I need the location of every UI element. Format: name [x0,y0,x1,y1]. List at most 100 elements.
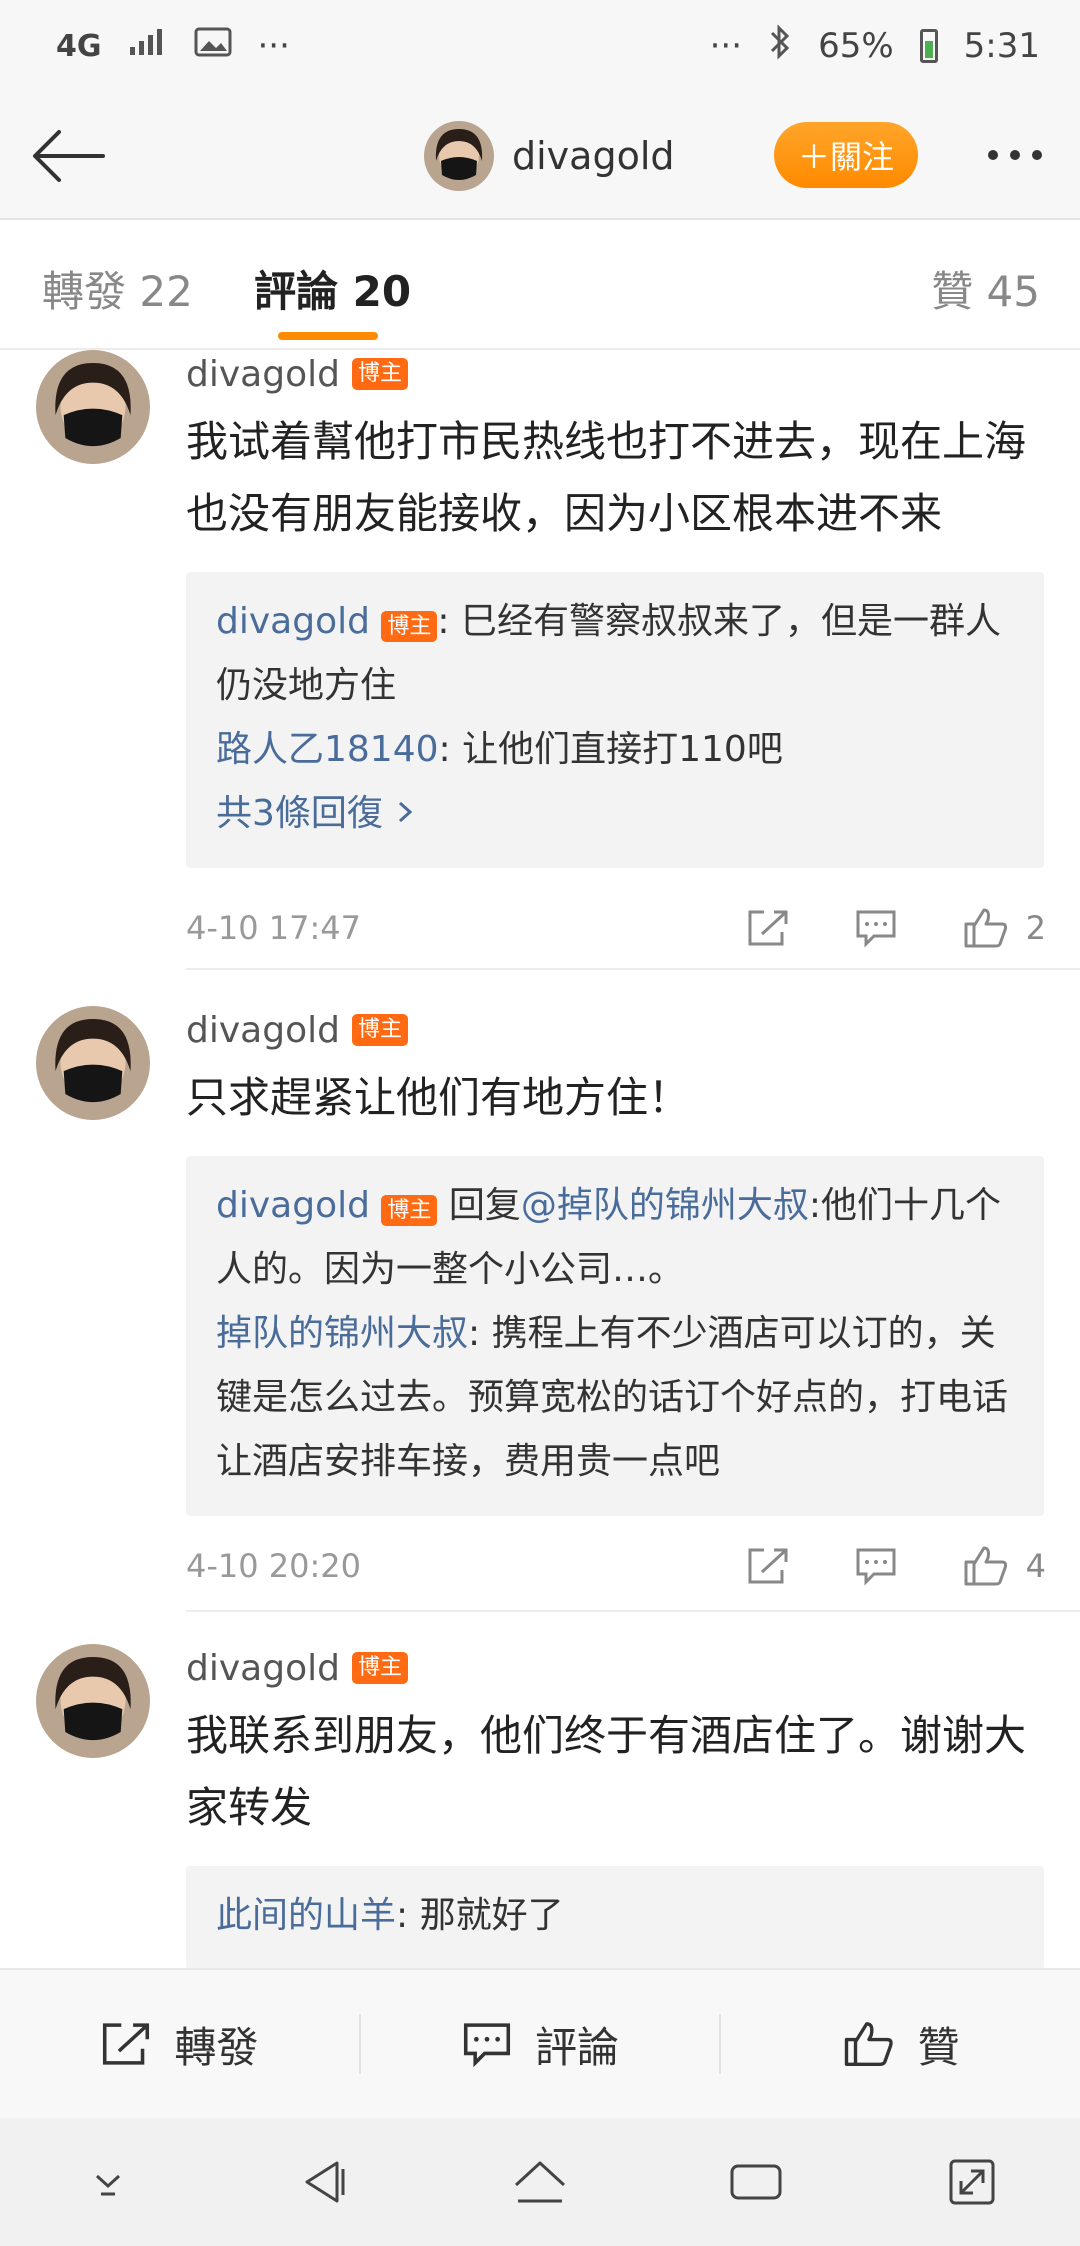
reply-author[interactable]: divagold [216,1185,370,1226]
comment-label: 評論 [535,2022,620,2072]
avatar[interactable] [36,1644,150,1758]
avatar[interactable] [36,350,150,464]
comment-author[interactable]: divagold [186,1648,340,1689]
reply-box[interactable]: divagold 博主: 巳经有警察叔叔来了，但是一群人仍没地方住 路人乙181… [186,572,1044,868]
reply-separator: : [438,729,463,770]
reply-comment-button[interactable] [854,1546,898,1586]
battery-percent: 65% [818,26,894,66]
tab-comment[interactable]: 評論 20 [254,258,411,319]
back-button[interactable] [28,116,108,196]
reply-line: divagold 博主 回复@掉队的锦州大叔:他们十几个人的。因为一整个小公司…… [216,1174,1014,1302]
triangle-back-icon [305,2161,345,2203]
top-header: divagold ＋關注 [0,92,1080,220]
reply-text: 让他们直接打110吧 [462,729,783,770]
share-icon [748,1548,788,1584]
comment-text: 只求趕紧让他们有地方住！ [186,1073,691,1122]
more-dot-icon [988,150,998,160]
reply-line: 掉队的锦州大叔: 携程上有不少酒店可以订的，关键是怎么过去。预算宽松的话订个好点… [216,1302,1014,1494]
reply-separator: : [808,1185,822,1226]
author-badge: 博主 [381,1195,438,1226]
battery-icon [919,29,938,63]
comment-icon [856,1548,896,1586]
comment-body: divagold 博主 只求趕紧让他们有地方住！ divagold 博主 回复@… [186,1006,1046,1516]
nav-back-button[interactable] [279,2137,369,2227]
clock: 5:31 [963,26,1040,66]
nav-recents-button[interactable] [711,2137,801,2227]
follow-button[interactable]: ＋關注 [774,122,918,188]
reply-author[interactable]: divagold [216,601,370,642]
comment-divider [186,968,1080,970]
hide-keyboard-button[interactable] [63,2137,153,2227]
comment-text: 我联系到朋友，他们终于有酒店住了。谢谢大家转发 [186,1711,1027,1832]
reply-mention[interactable]: @掉队的锦州大叔 [521,1185,809,1226]
nav-expand-button[interactable] [927,2137,1017,2227]
nav-home-button[interactable] [495,2137,585,2227]
more-options-button[interactable] [970,122,1060,188]
like-comment-button[interactable]: 4 [962,1544,1046,1588]
bluetooth-icon [768,23,792,69]
status-more-right: ··· [709,26,743,66]
author-badge: 博主 [381,611,438,642]
reply-prefix: 回复 [437,1185,521,1226]
reply-line: divagold 博主: 巳经有警察叔叔来了，但是一群人仍没地方住 [216,590,1014,718]
avatar[interactable] [424,121,494,191]
reply-separator: : [396,1895,420,1936]
comment-footer: 4-10 20:20 4 [186,1536,1046,1596]
like-count: 2 [1025,909,1046,947]
tab-repost[interactable]: 轉發 22 [42,258,193,319]
reply-comment-button[interactable] [854,908,898,948]
like-count: 4 [1025,1547,1046,1585]
comment-time: 4-10 20:20 [186,1547,362,1585]
repost-label: 轉發 [174,2022,259,2072]
comment-button[interactable]: 評論 [361,1970,720,2118]
tab-like[interactable]: 贊 45 [931,258,1040,319]
reply-line: 此间的山羊: 那就好了 [216,1884,1014,1948]
share-icon [103,2023,150,2065]
author-badge: 博主 [351,1014,408,1046]
comment-text: 我试着幫他打市民热线也打不进去，现在上海也没有朋友能接收，因为小区根本进不来 [186,417,1027,538]
thumbs-up-icon [844,2022,893,2066]
repost-comment-button[interactable] [746,908,790,948]
repost-button[interactable]: 轉發 [0,1970,359,2118]
reply-author[interactable]: 掉队的锦州大叔 [216,1313,468,1354]
reply-author[interactable]: 此间的山羊 [216,1895,396,1936]
expand-icon [949,2159,995,2205]
reply-box[interactable]: 此间的山羊: 那就好了 [186,1866,1044,1968]
author-badge: 博主 [351,358,408,390]
reply-separator: : [468,1313,492,1354]
comment-body: divagold 博主 我联系到朋友，他们终于有酒店住了。谢谢大家转发 此间的山… [186,1644,1046,1968]
like-label: 贊 [917,2022,960,2072]
reply-box[interactable]: divagold 博主 回复@掉队的锦州大叔:他们十几个人的。因为一整个小公司…… [186,1156,1044,1516]
reply-author[interactable]: 路人乙18140 [216,729,439,770]
comment-icon [463,2023,511,2068]
network-indicator: 4G [56,28,102,64]
avatar[interactable] [36,1006,150,1120]
bottom-action-bar: 轉發 評論 贊 [0,1968,1080,2118]
comment-divider [186,1610,1080,1612]
like-comment-button[interactable]: 2 [962,906,1046,950]
thumbs-up-icon [964,1546,1007,1586]
reply-line: 路人乙18140: 让他们直接打110吧 [216,718,1014,782]
comment-author[interactable]: divagold [186,354,340,395]
like-button[interactable]: 贊 [721,1970,1080,2118]
share-icon [748,910,788,946]
header-username[interactable]: divagold [512,134,675,178]
status-bar: 4G ··· ··· 65% 5:31 [0,0,1080,92]
chevron-right-icon [399,801,413,823]
status-more: ··· [257,26,290,66]
comment-list[interactable]: divagold 博主 我试着幫他打市民热线也打不进去，现在上海也没有朋友能接收… [0,350,1080,1968]
reply-text: 那就好了 [419,1895,564,1936]
more-dot-icon [1010,150,1020,160]
repost-comment-button[interactable] [746,1546,790,1586]
more-replies-link[interactable]: 共3條回復 [216,782,1014,846]
thumbs-up-icon [964,908,1007,948]
comment-icon [856,910,896,948]
comment-author[interactable]: divagold [186,1010,340,1051]
signal-icon [128,26,168,66]
chevron-down-icon [95,2174,121,2196]
system-nav-bar [0,2118,1080,2246]
header-user[interactable]: divagold [424,118,675,194]
reply-separator: : [437,601,461,642]
image-icon [194,26,232,67]
active-tab-indicator [278,332,378,340]
